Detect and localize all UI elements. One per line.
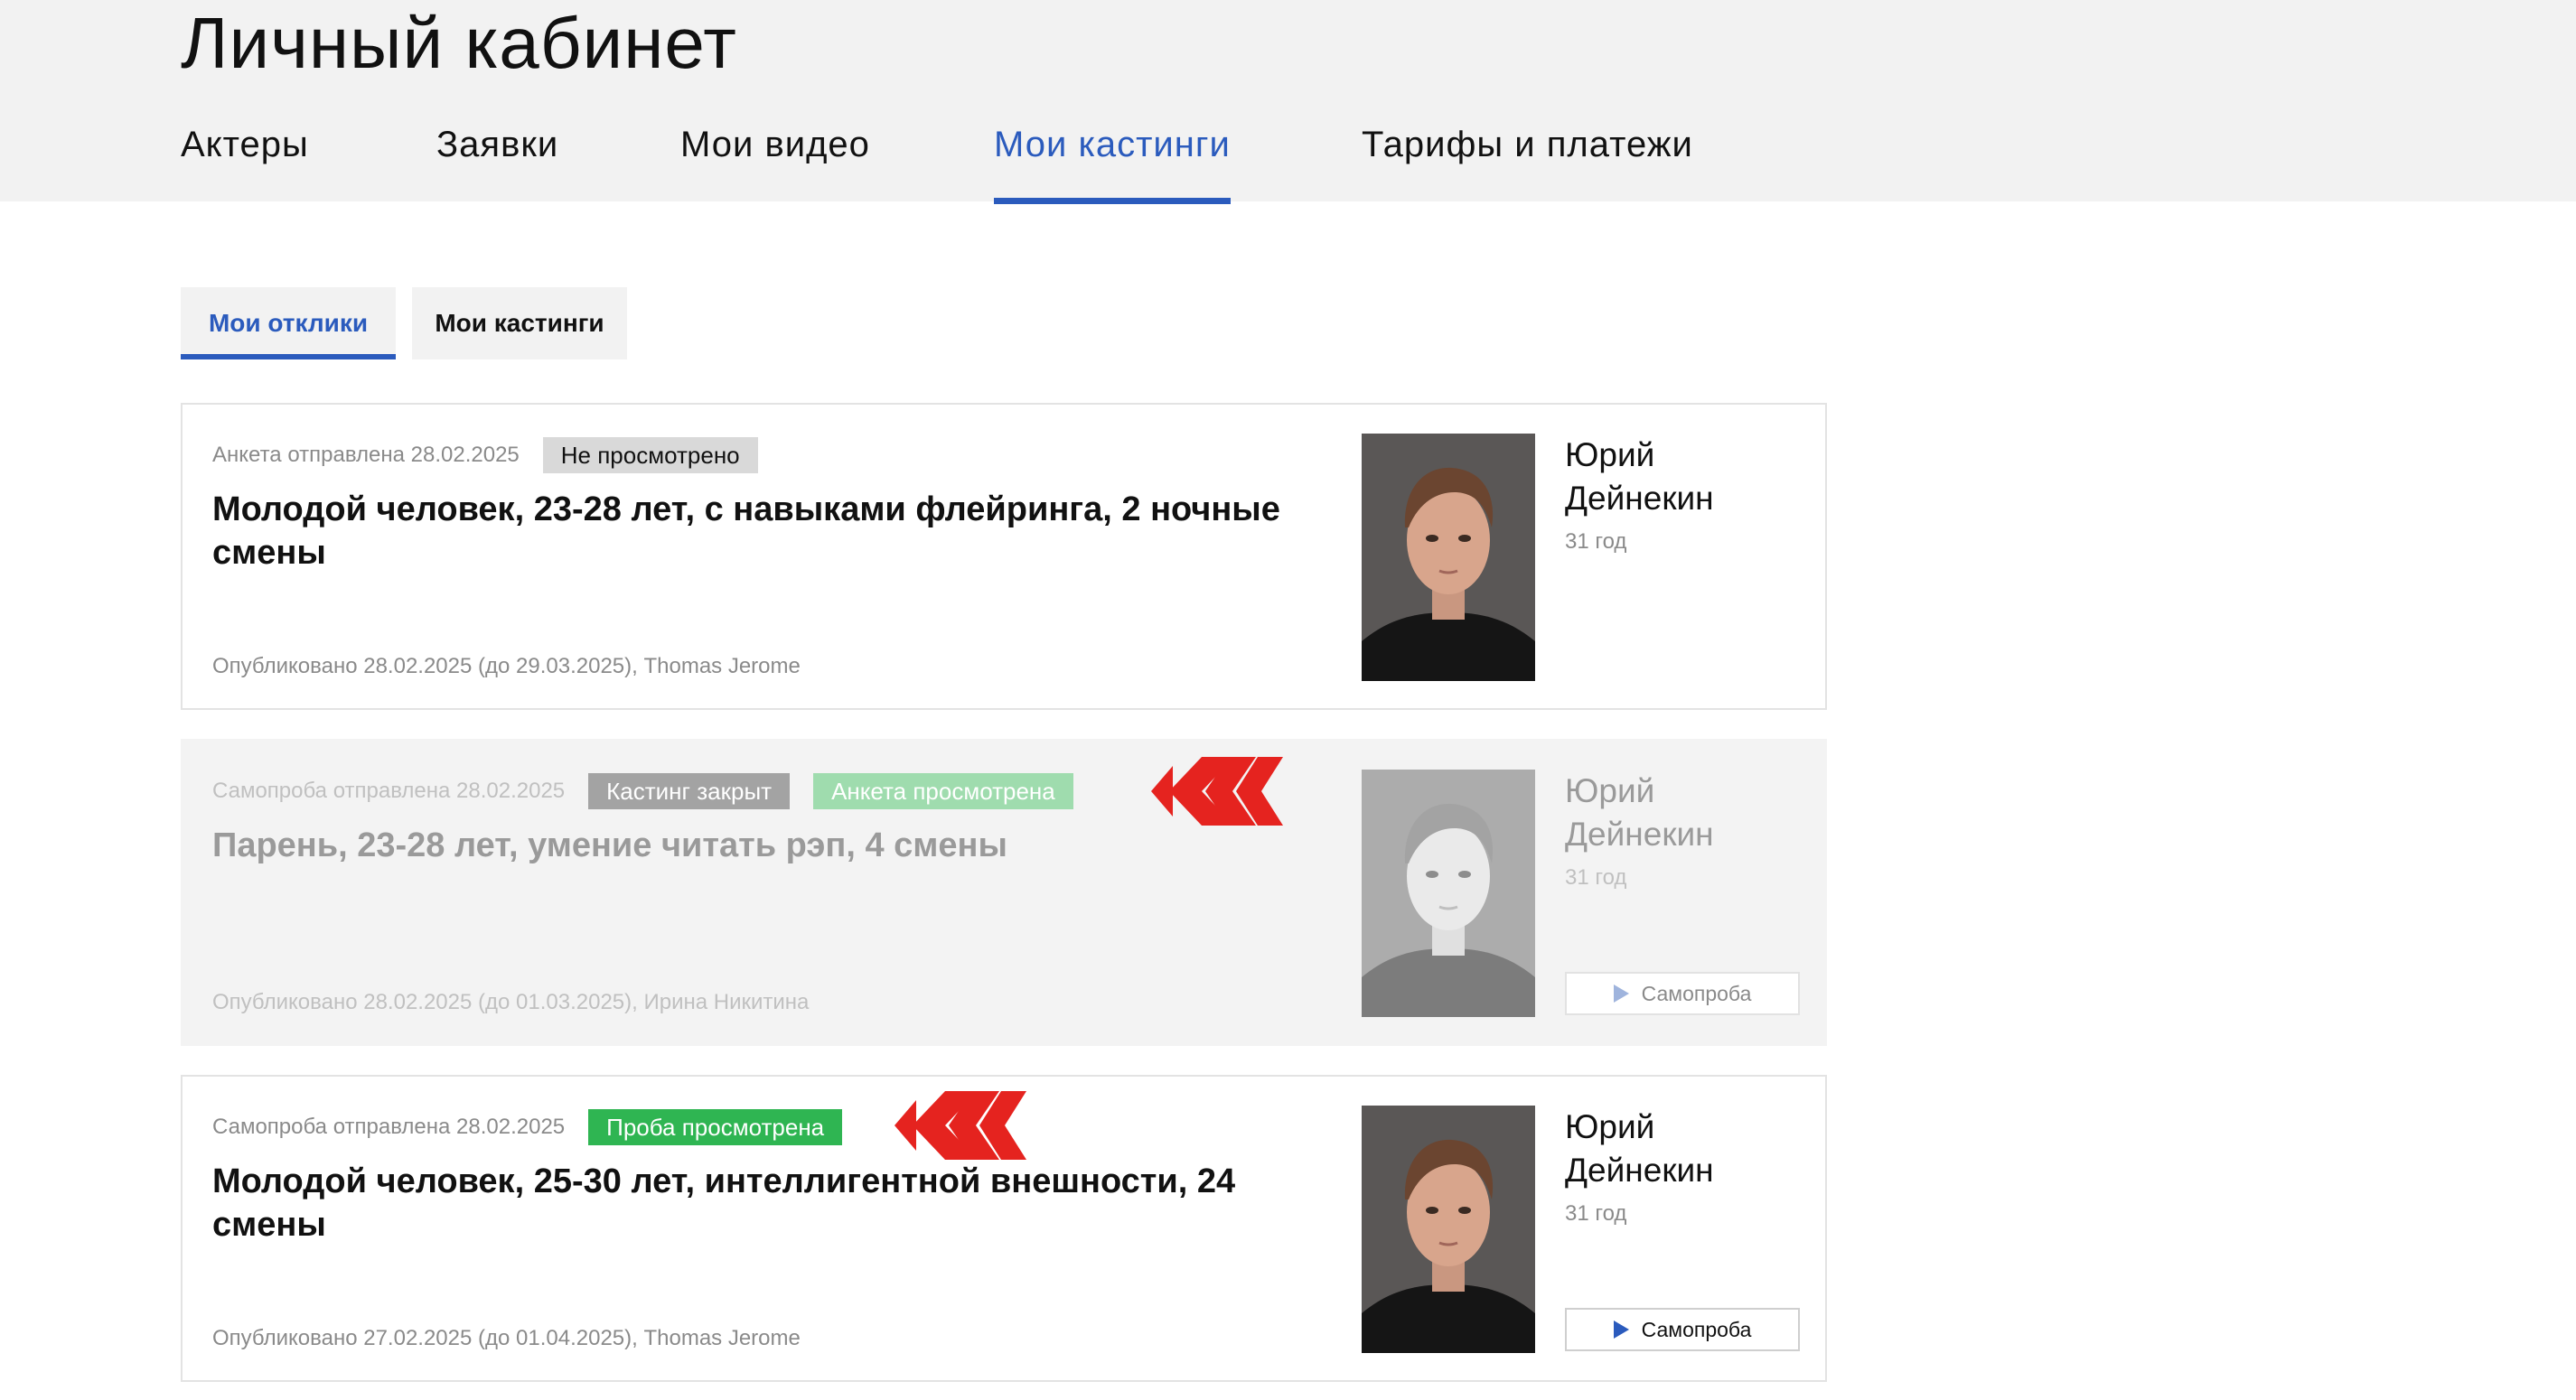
actor-age: 31 год [1565,865,1627,890]
nav-item-my-castings[interactable]: Мои кастинги [994,117,1231,204]
nav-item-tariffs[interactable]: Тарифы и платежи [1362,117,1693,172]
sent-date: Самопроба отправлена 28.02.2025 [212,779,566,803]
card-meta: Самопроба отправлена 28.02.2025 Кастинг … [212,773,1097,809]
nav-item-my-videos[interactable]: Мои видео [680,117,870,172]
published-info: Опубликовано 28.02.2025 (до 01.03.2025),… [212,990,810,1014]
page-title: Личный кабинет [181,3,737,83]
status-badge-viewed: Проба просмотрена [588,1109,843,1145]
main-nav: Актеры Заявки Мои видео Мои кастинги Тар… [0,112,2576,204]
chevron-arrows-icon [1151,757,1296,826]
chevron-arrows-icon [895,1091,1039,1160]
actor-photo[interactable] [1362,434,1535,681]
sent-date: Анкета отправлена 28.02.2025 [212,443,520,467]
actor-photo[interactable] [1362,770,1535,1017]
actor-age: 31 год [1565,1201,1627,1226]
selftape-button[interactable]: Самопроба [1565,972,1800,1015]
actor-age: 31 год [1565,529,1627,554]
published-info: Опубликовано 27.02.2025 (до 01.04.2025),… [212,1326,801,1350]
sent-date: Самопроба отправлена 28.02.2025 [212,1115,566,1139]
subtab-my-responses[interactable]: Мои отклики [181,287,396,359]
actor-name[interactable]: Юрий Дейнекин [1565,1106,1800,1192]
published-info: Опубликовано 28.02.2025 (до 29.03.2025),… [212,654,801,678]
nav-item-actors[interactable]: Актеры [181,117,309,172]
casting-card[interactable]: Анкета отправлена 28.02.2025 Не просмотр… [181,403,1827,710]
status-badge-closed: Кастинг закрыт [588,773,791,809]
selftape-button-label: Самопроба [1641,981,1752,1005]
card-meta: Самопроба отправлена 28.02.2025 Проба пр… [212,1109,866,1145]
selftape-button[interactable]: Самопроба [1565,1308,1800,1351]
status-badge-viewed: Анкета просмотрена [813,773,1073,809]
active-tab-underline [994,198,1231,204]
casting-title[interactable]: Молодой человек, 25-30 лет, интеллигентн… [212,1160,1315,1246]
play-icon [1613,985,1629,1003]
nav-item-my-castings-label: Мои кастинги [994,125,1231,164]
subtab-my-castings[interactable]: Мои кастинги [412,287,627,359]
selftape-button-label: Самопроба [1641,1317,1752,1341]
actor-name[interactable]: Юрий Дейнекин [1565,434,1800,520]
play-icon [1613,1321,1629,1339]
casting-card[interactable]: Самопроба отправлена 28.02.2025 Проба пр… [181,1075,1827,1382]
status-badge: Не просмотрено [542,437,758,473]
casting-title[interactable]: Парень, 23-28 лет, умение читать рэп, 4 … [212,824,1315,867]
actor-photo[interactable] [1362,1106,1535,1353]
casting-card[interactable]: Самопроба отправлена 28.02.2025 Кастинг … [181,739,1827,1046]
casting-title[interactable]: Молодой человек, 23-28 лет, с навыками ф… [212,488,1315,574]
card-meta: Анкета отправлена 28.02.2025 Не просмотр… [212,437,782,473]
header-bar: Личный кабинет Актеры Заявки Мои видео М… [0,0,2576,204]
actor-name[interactable]: Юрий Дейнекин [1565,770,1800,856]
nav-item-requests[interactable]: Заявки [436,117,558,172]
